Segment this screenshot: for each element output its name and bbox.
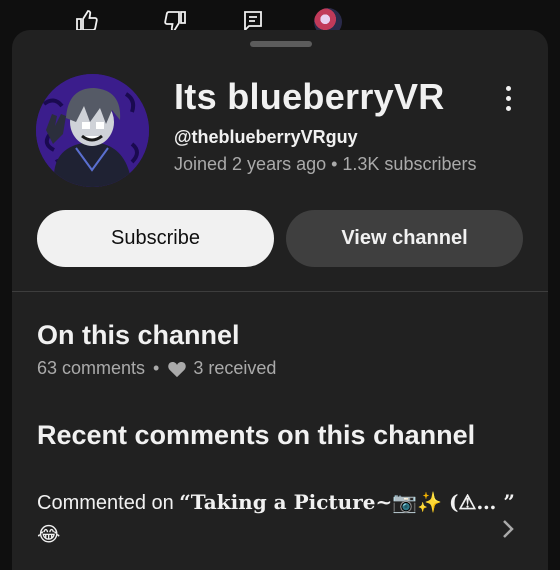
view-channel-button[interactable]: View channel xyxy=(286,210,523,267)
channel-bottom-sheet: Its blueberryVR @theblueberryVRguy Joine… xyxy=(12,30,548,570)
video-title: “Taking a Picture~📷✨ (⚠… ” xyxy=(179,490,515,514)
chevron-right-icon[interactable] xyxy=(498,518,518,540)
channel-handle: @theblueberryVRguy xyxy=(174,127,358,147)
recent-comments-title: Recent comments on this channel xyxy=(37,420,476,450)
more-options-icon[interactable] xyxy=(496,82,520,114)
drag-handle[interactable] xyxy=(250,41,312,47)
recent-comment-item[interactable]: Commented on “Taking a Picture~📷✨ (⚠… ” … xyxy=(12,482,548,552)
channel-meta: Joined 2 years ago • 1.3K subscribers xyxy=(174,154,477,174)
subscribe-button[interactable]: Subscribe xyxy=(37,210,274,267)
commented-on-label: Commented on xyxy=(37,492,180,514)
separator-dot: • xyxy=(153,358,160,378)
comment-context: Commented on “Taking a Picture~📷✨ (⚠… ” xyxy=(37,490,515,515)
channel-stats: 63 comments • 3 received xyxy=(37,358,276,379)
heart-icon xyxy=(168,361,187,377)
comment-emoji: 😂 xyxy=(37,524,61,546)
channel-avatar[interactable] xyxy=(36,74,149,187)
channel-name: Its blueberryVR xyxy=(174,76,445,117)
divider xyxy=(12,291,548,292)
comments-count: 63 comments xyxy=(37,358,146,378)
hearts-received: 3 received xyxy=(193,358,277,378)
on-this-channel-title: On this channel xyxy=(37,320,240,350)
